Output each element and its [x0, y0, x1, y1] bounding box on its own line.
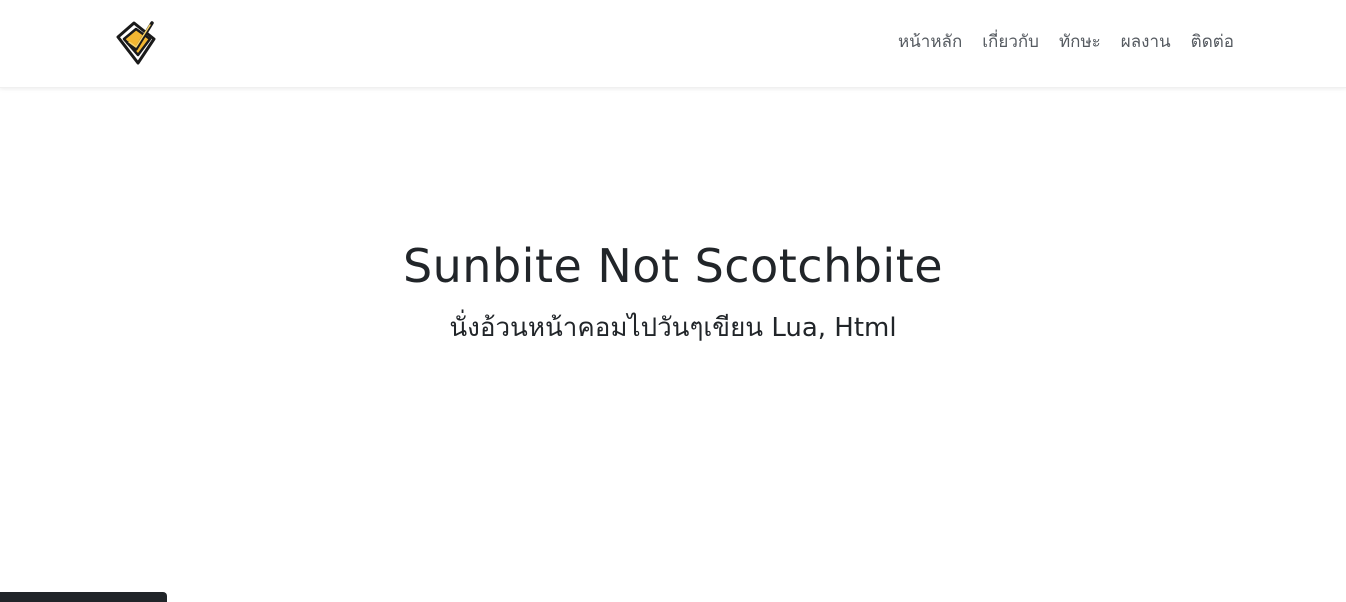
nav-item-home[interactable]: หน้าหลัก — [898, 28, 962, 56]
nav-item-contact[interactable]: ติดต่อ — [1191, 28, 1234, 56]
nav-item-about[interactable]: เกี่ยวกับ — [982, 28, 1039, 56]
navbar: หน้าหลัก เกี่ยวกับ ทักษะ ผลงาน ติดต่อ — [0, 0, 1346, 88]
nav-item-skills[interactable]: ทักษะ — [1059, 28, 1101, 56]
logo-icon[interactable] — [112, 17, 162, 67]
hero-title: Sunbite Not Scotchbite — [402, 239, 944, 293]
nav-menu: หน้าหลัก เกี่ยวกับ ทักษะ ผลงาน ติดต่อ — [898, 28, 1234, 56]
hero-subtitle: นั่งอ้วนหน้าคอมไปวันๆเขียน Lua, Html — [449, 313, 897, 343]
bottom-left-bar — [0, 592, 167, 602]
nav-item-portfolio[interactable]: ผลงาน — [1121, 28, 1171, 56]
